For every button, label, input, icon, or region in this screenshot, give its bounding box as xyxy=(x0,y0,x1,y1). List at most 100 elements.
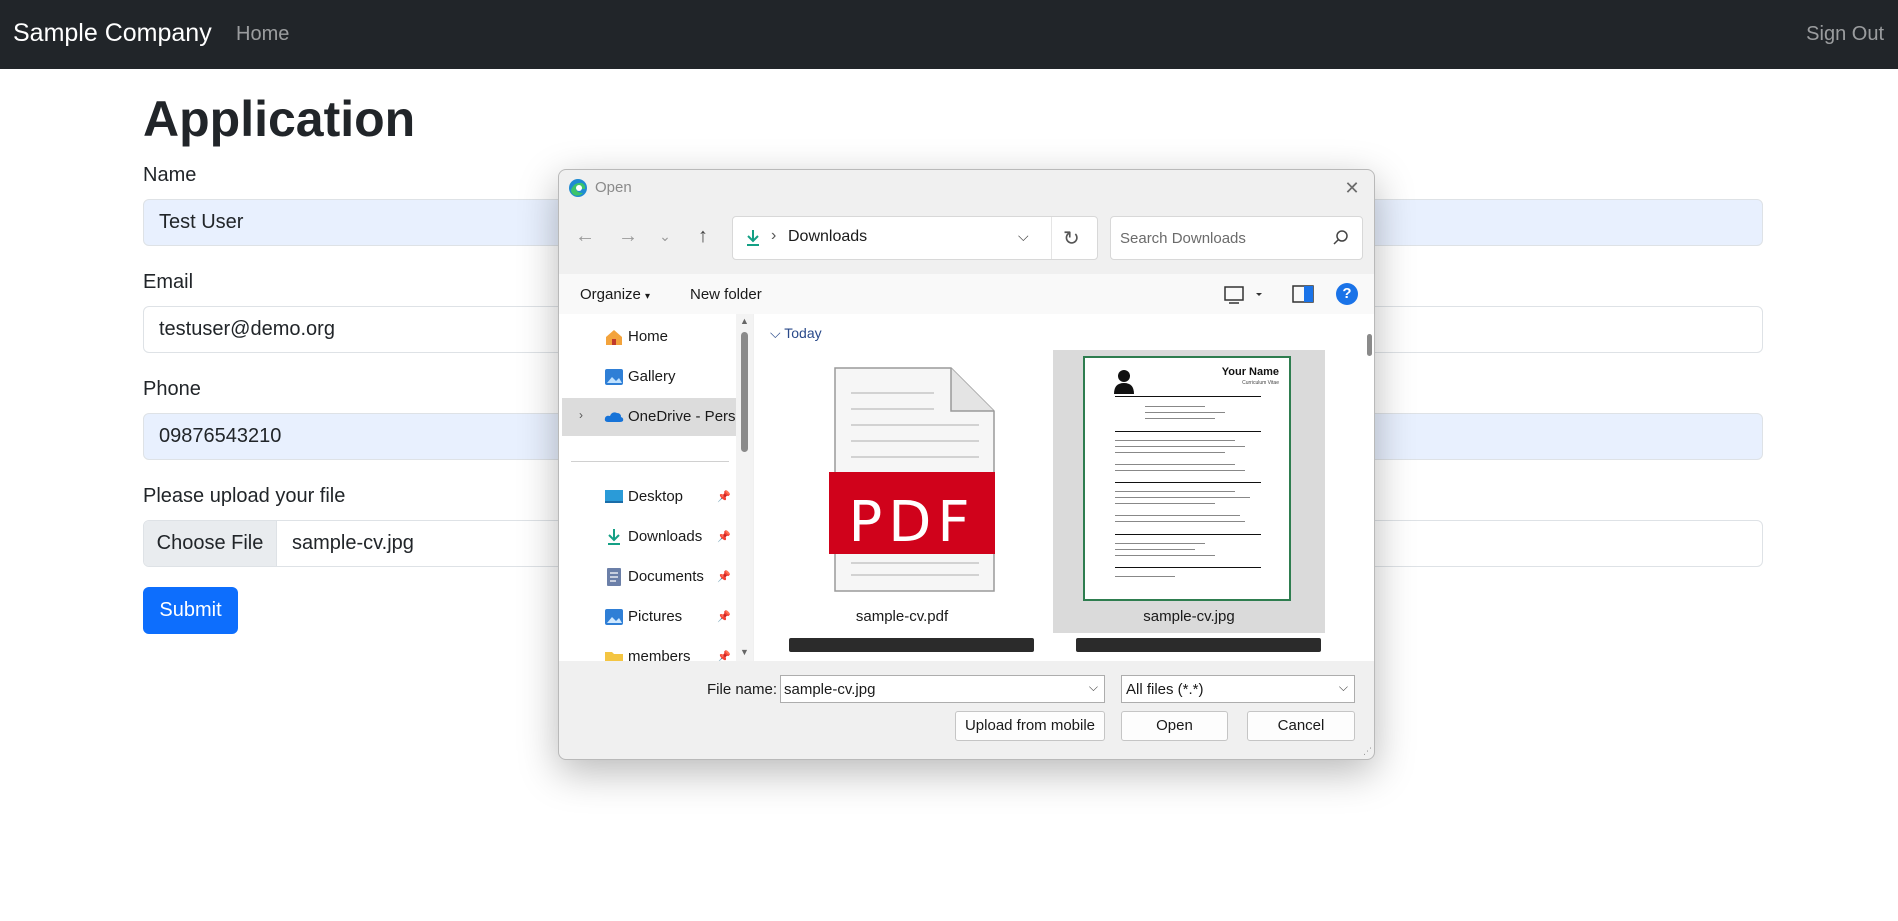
partial-file-thumbnail[interactable] xyxy=(789,638,1034,652)
cv-rule xyxy=(1115,534,1261,535)
refresh-icon[interactable]: ↻ xyxy=(1063,226,1080,251)
cv-text-line xyxy=(1115,470,1245,471)
address-bar[interactable]: › Downloads ⌵ ↻ xyxy=(732,216,1098,260)
cv-rule xyxy=(1115,482,1261,483)
organize-menu[interactable]: Organize ▾ xyxy=(580,286,650,303)
file-name-caption: sample-cv.pdf xyxy=(855,608,949,625)
new-folder-button[interactable]: New folder xyxy=(690,286,762,303)
up-arrow-icon[interactable]: ↑ xyxy=(689,222,717,250)
nav-item-label: Downloads xyxy=(628,528,703,545)
file-name-combobox[interactable]: ⌵ xyxy=(780,675,1105,703)
cv-rule xyxy=(1115,567,1261,568)
file-name-input[interactable] xyxy=(781,676,1071,702)
edge-browser-icon xyxy=(569,179,587,197)
group-label: Today xyxy=(784,325,822,341)
file-list: ⌵ Today PDF sample-cv.pdf Your Name Curr… xyxy=(754,314,1374,661)
scroll-up-icon[interactable]: ▲ xyxy=(740,316,749,326)
choose-file-button[interactable]: Choose File xyxy=(144,521,277,566)
open-file-dialog: Open ✕ ← → ⌄ ↑ › Downloads ⌵ ↻ Organize … xyxy=(558,169,1375,760)
chevron-down-icon[interactable]: ⌵ xyxy=(1339,680,1348,695)
pdf-badge: PDF xyxy=(848,490,976,555)
nav-home-link[interactable]: Home xyxy=(236,23,289,46)
cv-text-line xyxy=(1115,549,1195,550)
page-title: Application xyxy=(143,91,416,147)
file-item-jpg[interactable]: Your Name Curriculum Vitae sample-cv.jpg xyxy=(1053,350,1325,633)
address-dropdown-icon[interactable]: ⌵ xyxy=(1018,228,1029,245)
file-upload-label: Please upload your file xyxy=(143,485,346,507)
organize-label: Organize xyxy=(580,286,641,303)
nav-item-home[interactable]: Home xyxy=(562,318,730,356)
partial-file-thumbnail[interactable] xyxy=(1076,638,1321,652)
nav-item-label: members xyxy=(628,648,691,661)
preview-pane-icon[interactable] xyxy=(1292,284,1314,304)
nav-item-gallery[interactable]: Gallery xyxy=(562,358,730,396)
address-path[interactable]: Downloads xyxy=(788,228,867,246)
breadcrumb-separator-icon: › xyxy=(771,227,777,244)
expand-chevron-icon[interactable]: › xyxy=(579,408,583,422)
file-list-scroll-thumb[interactable] xyxy=(1367,334,1372,356)
cv-text-line xyxy=(1115,503,1215,504)
help-icon[interactable]: ? xyxy=(1336,283,1358,305)
file-type-filter[interactable]: All files (*.*) ⌵ xyxy=(1121,675,1355,703)
nav-pane-scroll-thumb[interactable] xyxy=(741,332,748,452)
submit-button[interactable]: Submit xyxy=(143,587,238,634)
file-item-pdf[interactable]: PDF sample-cv.pdf xyxy=(766,350,1038,633)
search-box[interactable] xyxy=(1110,216,1363,260)
brand-link[interactable]: Sample Company xyxy=(13,19,212,48)
email-label: Email xyxy=(143,271,194,293)
pin-icon: 📌 xyxy=(717,651,731,661)
nav-item-desktop[interactable]: Desktop 📌 xyxy=(562,478,731,516)
search-input[interactable] xyxy=(1111,217,1321,259)
cv-text-line xyxy=(1115,576,1175,577)
cv-text-line xyxy=(1115,491,1235,492)
folder-icon xyxy=(605,652,623,661)
upload-from-mobile-button[interactable]: Upload from mobile xyxy=(955,711,1105,741)
recent-locations-chevron-icon[interactable]: ⌄ xyxy=(651,222,679,250)
sign-out-link[interactable]: Sign Out xyxy=(1806,23,1884,46)
file-list-scrollbar[interactable] xyxy=(1364,314,1374,661)
close-icon[interactable]: ✕ xyxy=(1340,176,1364,200)
gallery-icon xyxy=(605,369,623,385)
nav-item-label: Home xyxy=(628,328,669,345)
navbar: Sample Company Home Sign Out xyxy=(0,0,1898,69)
nav-item-label: Gallery xyxy=(628,368,676,385)
file-name-caption: sample-cv.jpg xyxy=(1143,608,1235,625)
chevron-down-icon[interactable]: ⌵ xyxy=(1089,680,1098,695)
cv-text-line xyxy=(1145,406,1205,407)
open-button[interactable]: Open xyxy=(1121,711,1228,741)
cv-text-line xyxy=(1115,521,1245,522)
pictures-icon xyxy=(605,609,623,625)
downloads-icon xyxy=(747,230,759,246)
back-arrow-icon[interactable]: ← xyxy=(571,222,599,250)
nav-item-onedrive[interactable]: › OneDrive - Personal xyxy=(562,398,753,436)
command-bar: Organize ▾ New folder ? xyxy=(559,274,1374,314)
nav-item-documents[interactable]: Documents 📌 xyxy=(562,558,731,596)
file-name-label: File name: xyxy=(707,681,778,698)
nav-item-downloads[interactable]: Downloads 📌 xyxy=(562,518,731,556)
cv-rule xyxy=(1115,431,1261,432)
cv-text-line xyxy=(1115,452,1225,453)
dialog-titlebar[interactable]: Open ✕ xyxy=(559,170,1374,206)
pin-icon: 📌 xyxy=(717,531,731,543)
cv-text-line xyxy=(1115,515,1240,516)
scroll-down-icon[interactable]: ▼ xyxy=(740,647,749,657)
change-view-icon[interactable] xyxy=(1223,284,1265,306)
nav-pane-scrollbar[interactable]: ▲ ▼ xyxy=(736,314,753,661)
cv-text-line xyxy=(1115,446,1245,447)
resize-grip-icon[interactable]: ⋰ xyxy=(1363,746,1372,757)
cv-image-thumbnail: Your Name Curriculum Vitae xyxy=(1083,356,1291,601)
nav-item-pictures[interactable]: Pictures 📌 xyxy=(562,598,731,636)
desktop-icon xyxy=(605,490,623,503)
cv-rule xyxy=(1115,396,1261,397)
group-header-today[interactable]: ⌵ Today xyxy=(770,325,822,342)
cv-preview-title: Your Name xyxy=(1221,366,1279,378)
dialog-title: Open xyxy=(595,179,632,196)
cancel-button[interactable]: Cancel xyxy=(1247,711,1355,741)
pin-icon: 📌 xyxy=(717,571,731,583)
selected-file-name: sample-cv.jpg xyxy=(292,532,414,554)
nav-item-members[interactable]: members 📌 xyxy=(562,638,731,661)
forward-arrow-icon[interactable]: → xyxy=(614,222,642,250)
nav-item-label: Documents xyxy=(628,568,704,585)
name-label: Name xyxy=(143,164,197,186)
search-icon[interactable] xyxy=(1332,229,1350,247)
